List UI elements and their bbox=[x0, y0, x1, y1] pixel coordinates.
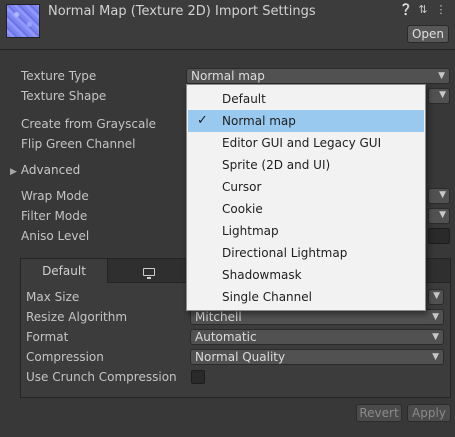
format-label: Format bbox=[26, 330, 69, 344]
texture-shape-dropdown[interactable]: ▼ bbox=[428, 88, 450, 104]
menu-item-shadowmask[interactable]: Shadowmask bbox=[188, 264, 424, 286]
checkmark-icon: ✓ bbox=[197, 113, 208, 128]
dropdown-arrow-icon: ▼ bbox=[438, 71, 445, 81]
inspector-title: Normal Map (Texture 2D) Import Settings bbox=[48, 4, 316, 19]
filter-mode-label: Filter Mode bbox=[21, 209, 88, 223]
menu-item-editor-gui[interactable]: Editor GUI and Legacy GUI bbox=[188, 132, 424, 154]
wrap-mode-label: Wrap Mode bbox=[21, 189, 89, 203]
help-icon[interactable]: ❔ bbox=[399, 3, 413, 16]
use-crunch-checkbox[interactable] bbox=[191, 370, 205, 384]
flip-green-channel-label: Flip Green Channel bbox=[21, 137, 136, 151]
menu-item-lightmap[interactable]: Lightmap bbox=[188, 220, 424, 242]
dropdown-arrow-icon: ▼ bbox=[433, 291, 440, 301]
texture-type-dropdown[interactable]: Normal map ▼ bbox=[186, 68, 450, 84]
foldout-arrow-icon: ▶ bbox=[10, 167, 17, 177]
resize-algorithm-label: Resize Algorithm bbox=[26, 310, 128, 324]
aniso-level-field[interactable] bbox=[428, 228, 450, 244]
menu-icon[interactable]: ⋮ bbox=[435, 3, 447, 16]
menu-item-label: Editor GUI and Legacy GUI bbox=[222, 136, 382, 150]
apply-button[interactable]: Apply bbox=[407, 404, 451, 422]
tab-default[interactable]: Default bbox=[21, 259, 107, 283]
dropdown-arrow-icon: ▼ bbox=[439, 210, 446, 220]
menu-item-sprite[interactable]: Sprite (2D and UI) bbox=[188, 154, 424, 176]
menu-item-label: Single Channel bbox=[222, 290, 312, 304]
menu-item-cursor[interactable]: Cursor bbox=[188, 176, 424, 198]
header-icons: ❔ ⇅ ⋮ bbox=[399, 3, 447, 16]
texture-type-menu: Default ✓ Normal map Editor GUI and Legac… bbox=[186, 84, 426, 311]
menu-item-label: Cookie bbox=[222, 202, 263, 216]
revert-button[interactable]: Revert bbox=[356, 404, 402, 422]
open-button[interactable]: Open bbox=[407, 25, 449, 43]
texture-type-value: Normal map bbox=[191, 69, 265, 83]
compression-value: Normal Quality bbox=[195, 350, 286, 364]
dropdown-arrow-icon: ▼ bbox=[432, 332, 439, 342]
menu-item-label: Cursor bbox=[222, 180, 262, 194]
resize-algorithm-dropdown[interactable]: Mitchell ▼ bbox=[190, 309, 444, 325]
tab-standalone[interactable] bbox=[107, 259, 191, 283]
menu-item-cookie[interactable]: Cookie bbox=[188, 198, 424, 220]
compression-label: Compression bbox=[26, 350, 104, 364]
use-crunch-label: Use Crunch Compression bbox=[26, 370, 177, 384]
texture-thumbnail bbox=[6, 4, 40, 38]
menu-item-single-channel[interactable]: Single Channel bbox=[188, 286, 424, 308]
max-size-label: Max Size bbox=[26, 290, 80, 304]
menu-item-directional-lightmap[interactable]: Directional Lightmap bbox=[188, 242, 424, 264]
menu-item-label: Sprite (2D and UI) bbox=[222, 158, 331, 172]
menu-item-default[interactable]: Default bbox=[188, 88, 424, 110]
advanced-label: Advanced bbox=[20, 163, 81, 177]
inspector-header: Normal Map (Texture 2D) Import Settings … bbox=[0, 0, 455, 50]
menu-item-label: Normal map bbox=[222, 114, 296, 128]
max-size-dropdown[interactable]: ▼ bbox=[428, 289, 444, 305]
texture-shape-label: Texture Shape bbox=[21, 89, 107, 103]
menu-item-label: Default bbox=[222, 92, 266, 106]
dropdown-arrow-icon: ▼ bbox=[432, 352, 439, 362]
menu-item-label: Shadowmask bbox=[222, 268, 302, 282]
monitor-icon bbox=[143, 268, 155, 279]
aniso-level-label: Aniso Level bbox=[21, 229, 90, 243]
menu-item-label: Directional Lightmap bbox=[222, 246, 348, 260]
format-value: Automatic bbox=[195, 330, 257, 344]
compression-dropdown[interactable]: Normal Quality ▼ bbox=[190, 349, 444, 365]
advanced-foldout[interactable]: ▶ Advanced bbox=[10, 163, 80, 177]
create-from-grayscale-label: Create from Grayscale bbox=[21, 117, 157, 131]
texture-type-label: Texture Type bbox=[21, 69, 97, 83]
format-dropdown[interactable]: Automatic ▼ bbox=[190, 329, 444, 345]
preset-icon[interactable]: ⇅ bbox=[417, 3, 429, 16]
dropdown-arrow-icon: ▼ bbox=[439, 190, 446, 200]
resize-algorithm-value: Mitchell bbox=[195, 310, 242, 324]
menu-item-label: Lightmap bbox=[222, 224, 279, 238]
dropdown-arrow-icon: ▼ bbox=[432, 312, 439, 322]
menu-item-normal-map[interactable]: ✓ Normal map bbox=[188, 110, 424, 132]
dropdown-arrow-icon: ▼ bbox=[439, 90, 446, 100]
wrap-mode-dropdown[interactable]: ▼ bbox=[428, 188, 450, 204]
filter-mode-dropdown[interactable]: ▼ bbox=[428, 208, 450, 224]
